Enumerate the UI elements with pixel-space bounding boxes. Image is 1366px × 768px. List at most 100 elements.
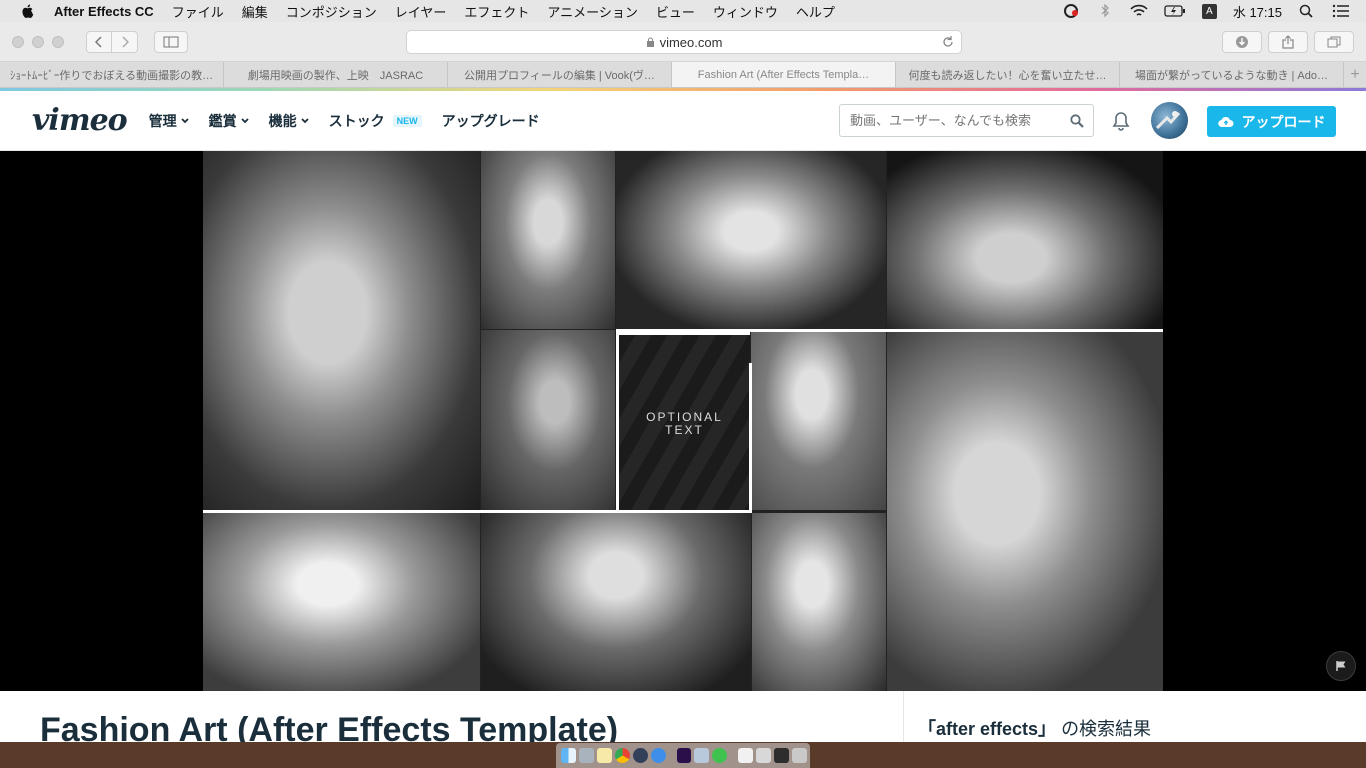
- tab-fashion-art[interactable]: Fashion Art (After Effects Templa…: [672, 62, 896, 87]
- nav-manage[interactable]: 管理: [149, 111, 189, 131]
- notifications-bell-icon[interactable]: [1112, 111, 1130, 131]
- back-button[interactable]: [86, 30, 112, 53]
- photo-tile-woman-hat: [203, 151, 480, 510]
- share-icon: [1282, 35, 1294, 49]
- share-button[interactable]: [1268, 31, 1308, 53]
- chrome-icon[interactable]: [614, 748, 630, 763]
- menu-window[interactable]: ウィンドウ: [713, 2, 778, 21]
- sidebar-icon: [163, 36, 179, 47]
- forward-button[interactable]: [112, 30, 138, 53]
- overlay-text: OPTIONAL TEXT: [646, 410, 723, 437]
- tabs-icon: [1327, 36, 1341, 48]
- history-nav: [86, 30, 138, 53]
- trash-icon[interactable]: [792, 748, 807, 763]
- nav-upgrade[interactable]: アップグレード: [442, 111, 540, 131]
- active-app-name[interactable]: After Effects CC: [54, 4, 154, 19]
- photo-tile-outdoor: [203, 513, 480, 691]
- menu-clock[interactable]: 水 17:15: [1233, 2, 1282, 21]
- input-method-indicator[interactable]: A: [1201, 3, 1217, 19]
- preview-icon[interactable]: [738, 748, 754, 763]
- tab-inspiration[interactable]: 何度も読み返したい！心を奮い立たせ…: [896, 62, 1120, 87]
- chevron-down-icon: [181, 117, 189, 123]
- bluetooth-icon[interactable]: [1096, 4, 1114, 18]
- search-result-suffix: の検索結果: [1061, 719, 1152, 739]
- upload-button[interactable]: アップロード: [1207, 106, 1336, 137]
- line-icon[interactable]: [712, 748, 728, 763]
- after-effects-icon[interactable]: [676, 748, 692, 763]
- apple-menu-icon[interactable]: [20, 3, 36, 19]
- video-title: Fashion Art (After Effects Template): [40, 711, 619, 742]
- photo-tile-curly-hair: [616, 151, 886, 329]
- video-player[interactable]: OPTIONAL TEXT: [0, 151, 1366, 691]
- search-term: 「after effects」: [918, 719, 1057, 739]
- frame-line-bottom: [203, 510, 752, 513]
- notes-icon[interactable]: [596, 748, 612, 763]
- notification-center-icon[interactable]: [1332, 4, 1350, 18]
- nav-manage-label: 管理: [148, 112, 177, 129]
- tab-overview-button[interactable]: [1314, 31, 1354, 53]
- menu-view[interactable]: ビュー: [656, 2, 695, 21]
- vimeo-logo[interactable]: vimeo: [32, 103, 128, 138]
- photos-icon[interactable]: [694, 748, 710, 763]
- flag-icon: [1336, 661, 1346, 671]
- upload-label: アップロード: [1241, 113, 1326, 130]
- app-dark-icon[interactable]: [632, 748, 648, 763]
- address-bar[interactable]: vimeo.com: [406, 30, 962, 54]
- downloads-button[interactable]: [1222, 31, 1262, 53]
- battery-icon[interactable]: [1164, 4, 1186, 18]
- frame-line-horizontal: [616, 329, 1163, 332]
- video-info-section: Fashion Art (After Effects Template) 「af…: [0, 691, 1366, 742]
- creative-cloud-icon[interactable]: [1062, 4, 1080, 18]
- report-flag-button[interactable]: [1326, 651, 1356, 681]
- menu-animation[interactable]: アニメーション: [547, 2, 637, 21]
- nav-watch[interactable]: 鑑賞: [209, 111, 249, 131]
- macos-menu-bar: After Effects CC ファイル 編集 コンポジション レイヤー エフ…: [0, 0, 1366, 22]
- vimeo-search-box: [839, 104, 1094, 137]
- menu-layer[interactable]: レイヤー: [395, 2, 447, 21]
- chevron-right-icon: [121, 35, 129, 48]
- zoom-window-button[interactable]: [52, 35, 64, 48]
- safari-window: vimeo.com ｼｮｰﾄﾑｰﾋﾞｰ作りでおぼえる動画撮影の教… 劇場用映画の…: [0, 22, 1366, 742]
- menu-file[interactable]: ファイル: [172, 2, 224, 21]
- nav-features[interactable]: 機能: [269, 111, 309, 131]
- terminal-icon[interactable]: [774, 748, 790, 763]
- new-tab-button[interactable]: +: [1344, 62, 1366, 87]
- tab-short-movie[interactable]: ｼｮｰﾄﾑｰﾋﾞｰ作りでおぼえる動画撮影の教…: [0, 62, 224, 87]
- frame-line-vertical: [749, 363, 752, 511]
- search-results-heading: 「after effects」 の検索結果: [903, 691, 1151, 742]
- video-frame-collage: OPTIONAL TEXT: [203, 151, 1163, 691]
- vimeo-nav: 管理 鑑賞 機能 ストック NEW アップグレード: [149, 111, 560, 131]
- tab-scene-transition[interactable]: 場面が繋がっているような動き | Ado…: [1120, 62, 1344, 87]
- window-controls: [12, 35, 72, 48]
- nav-stock[interactable]: ストック NEW: [329, 111, 422, 131]
- utility-icon[interactable]: [756, 748, 772, 763]
- safari-icon[interactable]: [650, 748, 666, 763]
- menu-effect[interactable]: エフェクト: [464, 2, 529, 21]
- photo-tile-updo: [481, 513, 751, 691]
- close-window-button[interactable]: [12, 35, 24, 48]
- photo-tile-woman-pose: [481, 151, 615, 329]
- spotlight-search-icon[interactable]: [1298, 4, 1316, 18]
- photo-tile-vintage: [752, 513, 886, 691]
- menu-edit[interactable]: 編集: [242, 2, 268, 21]
- wifi-icon[interactable]: [1130, 4, 1148, 18]
- reload-icon[interactable]: [941, 35, 955, 49]
- tab-jasrac[interactable]: 劇場用映画の製作、上映 JASRAC: [224, 62, 448, 87]
- overlay-text-line2: TEXT: [665, 422, 704, 437]
- menu-help[interactable]: ヘルプ: [796, 2, 835, 21]
- search-input[interactable]: [850, 113, 1060, 128]
- show-sidebar-button[interactable]: [154, 30, 188, 53]
- nav-features-label: 機能: [268, 112, 297, 129]
- tab-vook-profile[interactable]: 公開用プロフィールの編集 | Vook(ヴ…: [448, 62, 672, 87]
- launchpad-icon[interactable]: [578, 748, 594, 763]
- finder-icon[interactable]: [561, 748, 576, 763]
- menu-composition[interactable]: コンポジション: [286, 2, 377, 21]
- minimize-window-button[interactable]: [32, 35, 44, 48]
- photo-tile-man-hat: [887, 332, 1163, 691]
- url-text: vimeo.com: [659, 34, 723, 50]
- lock-icon: [646, 37, 654, 47]
- optional-text-overlay: OPTIONAL TEXT: [616, 332, 750, 512]
- user-avatar[interactable]: [1151, 102, 1188, 139]
- photo-tile-dress: [481, 330, 615, 510]
- search-icon[interactable]: [1070, 114, 1084, 128]
